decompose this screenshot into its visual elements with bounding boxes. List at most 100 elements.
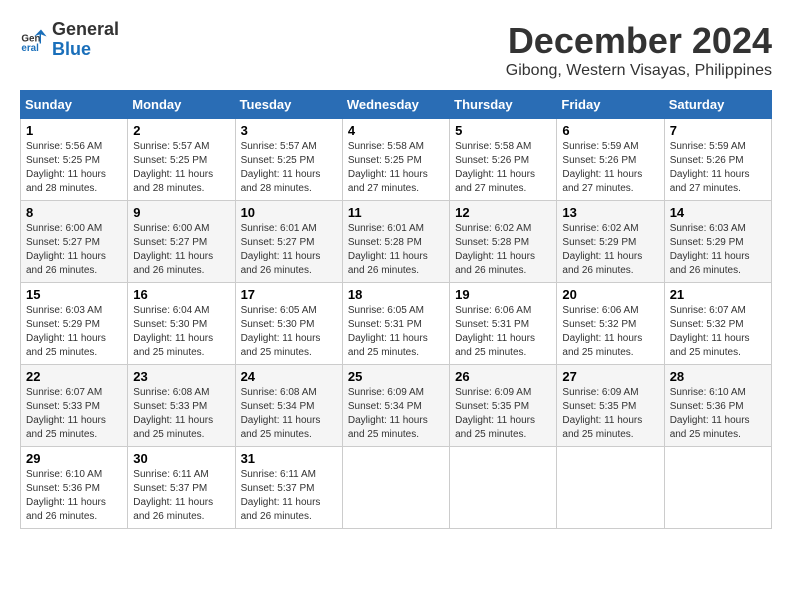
- weekday-header-friday: Friday: [557, 91, 664, 119]
- day-number: 10: [241, 205, 337, 220]
- day-info: Sunrise: 6:01 AM Sunset: 5:28 PM Dayligh…: [348, 222, 444, 278]
- day-info: Sunrise: 5:57 AM Sunset: 5:25 PM Dayligh…: [241, 140, 337, 196]
- day-info: Sunrise: 6:04 AM Sunset: 5:30 PM Dayligh…: [133, 304, 229, 360]
- calendar-cell: 8 Sunrise: 6:00 AM Sunset: 5:27 PM Dayli…: [21, 201, 128, 283]
- calendar-cell: [450, 447, 557, 529]
- day-info: Sunrise: 6:10 AM Sunset: 5:36 PM Dayligh…: [26, 468, 122, 524]
- day-info: Sunrise: 6:02 AM Sunset: 5:29 PM Dayligh…: [562, 222, 658, 278]
- calendar-cell: [557, 447, 664, 529]
- calendar-cell: 13 Sunrise: 6:02 AM Sunset: 5:29 PM Dayl…: [557, 201, 664, 283]
- month-title: December 2024: [506, 20, 772, 62]
- weekday-header-saturday: Saturday: [664, 91, 771, 119]
- day-info: Sunrise: 6:05 AM Sunset: 5:31 PM Dayligh…: [348, 304, 444, 360]
- calendar-table: SundayMondayTuesdayWednesdayThursdayFrid…: [20, 90, 772, 529]
- week-row-3: 15 Sunrise: 6:03 AM Sunset: 5:29 PM Dayl…: [21, 283, 772, 365]
- day-info: Sunrise: 6:02 AM Sunset: 5:28 PM Dayligh…: [455, 222, 551, 278]
- header: Gen eral General Blue December 2024 Gibo…: [20, 20, 772, 80]
- calendar-cell: 9 Sunrise: 6:00 AM Sunset: 5:27 PM Dayli…: [128, 201, 235, 283]
- calendar-cell: 24 Sunrise: 6:08 AM Sunset: 5:34 PM Dayl…: [235, 365, 342, 447]
- day-info: Sunrise: 6:08 AM Sunset: 5:33 PM Dayligh…: [133, 386, 229, 442]
- day-number: 13: [562, 205, 658, 220]
- calendar-cell: 15 Sunrise: 6:03 AM Sunset: 5:29 PM Dayl…: [21, 283, 128, 365]
- calendar-cell: 5 Sunrise: 5:58 AM Sunset: 5:26 PM Dayli…: [450, 119, 557, 201]
- location-title: Gibong, Western Visayas, Philippines: [506, 62, 772, 80]
- week-row-2: 8 Sunrise: 6:00 AM Sunset: 5:27 PM Dayli…: [21, 201, 772, 283]
- calendar-cell: [664, 447, 771, 529]
- day-number: 20: [562, 287, 658, 302]
- day-info: Sunrise: 5:57 AM Sunset: 5:25 PM Dayligh…: [133, 140, 229, 196]
- calendar-cell: 17 Sunrise: 6:05 AM Sunset: 5:30 PM Dayl…: [235, 283, 342, 365]
- calendar-cell: 6 Sunrise: 5:59 AM Sunset: 5:26 PM Dayli…: [557, 119, 664, 201]
- svg-text:eral: eral: [21, 43, 39, 54]
- title-area: December 2024 Gibong, Western Visayas, P…: [506, 20, 772, 80]
- calendar-cell: 29 Sunrise: 6:10 AM Sunset: 5:36 PM Dayl…: [21, 447, 128, 529]
- calendar-cell: 14 Sunrise: 6:03 AM Sunset: 5:29 PM Dayl…: [664, 201, 771, 283]
- day-number: 17: [241, 287, 337, 302]
- logo-icon: Gen eral: [20, 26, 48, 54]
- logo: Gen eral General Blue: [20, 20, 119, 60]
- calendar-cell: 10 Sunrise: 6:01 AM Sunset: 5:27 PM Dayl…: [235, 201, 342, 283]
- day-info: Sunrise: 6:09 AM Sunset: 5:35 PM Dayligh…: [562, 386, 658, 442]
- day-info: Sunrise: 5:56 AM Sunset: 5:25 PM Dayligh…: [26, 140, 122, 196]
- calendar-cell: 26 Sunrise: 6:09 AM Sunset: 5:35 PM Dayl…: [450, 365, 557, 447]
- day-info: Sunrise: 6:05 AM Sunset: 5:30 PM Dayligh…: [241, 304, 337, 360]
- calendar-cell: [342, 447, 449, 529]
- day-number: 22: [26, 369, 122, 384]
- calendar-cell: 23 Sunrise: 6:08 AM Sunset: 5:33 PM Dayl…: [128, 365, 235, 447]
- weekday-header-wednesday: Wednesday: [342, 91, 449, 119]
- weekday-header-sunday: Sunday: [21, 91, 128, 119]
- day-number: 14: [670, 205, 766, 220]
- day-number: 18: [348, 287, 444, 302]
- day-number: 23: [133, 369, 229, 384]
- day-number: 28: [670, 369, 766, 384]
- day-number: 3: [241, 123, 337, 138]
- day-number: 25: [348, 369, 444, 384]
- day-info: Sunrise: 6:09 AM Sunset: 5:34 PM Dayligh…: [348, 386, 444, 442]
- day-number: 26: [455, 369, 551, 384]
- day-info: Sunrise: 5:59 AM Sunset: 5:26 PM Dayligh…: [562, 140, 658, 196]
- calendar-cell: 2 Sunrise: 5:57 AM Sunset: 5:25 PM Dayli…: [128, 119, 235, 201]
- day-number: 6: [562, 123, 658, 138]
- weekday-header-tuesday: Tuesday: [235, 91, 342, 119]
- day-number: 30: [133, 451, 229, 466]
- day-info: Sunrise: 6:10 AM Sunset: 5:36 PM Dayligh…: [670, 386, 766, 442]
- weekday-header-thursday: Thursday: [450, 91, 557, 119]
- day-info: Sunrise: 6:07 AM Sunset: 5:33 PM Dayligh…: [26, 386, 122, 442]
- logo-general-text: General: [52, 19, 119, 39]
- calendar-cell: 18 Sunrise: 6:05 AM Sunset: 5:31 PM Dayl…: [342, 283, 449, 365]
- day-number: 15: [26, 287, 122, 302]
- calendar-cell: 22 Sunrise: 6:07 AM Sunset: 5:33 PM Dayl…: [21, 365, 128, 447]
- day-number: 12: [455, 205, 551, 220]
- day-number: 21: [670, 287, 766, 302]
- day-number: 31: [241, 451, 337, 466]
- calendar-cell: 25 Sunrise: 6:09 AM Sunset: 5:34 PM Dayl…: [342, 365, 449, 447]
- day-number: 29: [26, 451, 122, 466]
- day-info: Sunrise: 6:00 AM Sunset: 5:27 PM Dayligh…: [26, 222, 122, 278]
- day-number: 27: [562, 369, 658, 384]
- calendar-cell: 19 Sunrise: 6:06 AM Sunset: 5:31 PM Dayl…: [450, 283, 557, 365]
- calendar-cell: 31 Sunrise: 6:11 AM Sunset: 5:37 PM Dayl…: [235, 447, 342, 529]
- day-info: Sunrise: 6:03 AM Sunset: 5:29 PM Dayligh…: [26, 304, 122, 360]
- calendar-cell: 27 Sunrise: 6:09 AM Sunset: 5:35 PM Dayl…: [557, 365, 664, 447]
- weekday-header-row: SundayMondayTuesdayWednesdayThursdayFrid…: [21, 91, 772, 119]
- day-number: 1: [26, 123, 122, 138]
- day-info: Sunrise: 6:06 AM Sunset: 5:31 PM Dayligh…: [455, 304, 551, 360]
- day-info: Sunrise: 5:59 AM Sunset: 5:26 PM Dayligh…: [670, 140, 766, 196]
- day-info: Sunrise: 6:09 AM Sunset: 5:35 PM Dayligh…: [455, 386, 551, 442]
- day-number: 2: [133, 123, 229, 138]
- logo-blue-text: Blue: [52, 39, 91, 59]
- day-info: Sunrise: 5:58 AM Sunset: 5:26 PM Dayligh…: [455, 140, 551, 196]
- day-number: 4: [348, 123, 444, 138]
- day-info: Sunrise: 6:08 AM Sunset: 5:34 PM Dayligh…: [241, 386, 337, 442]
- calendar-cell: 11 Sunrise: 6:01 AM Sunset: 5:28 PM Dayl…: [342, 201, 449, 283]
- calendar-cell: 3 Sunrise: 5:57 AM Sunset: 5:25 PM Dayli…: [235, 119, 342, 201]
- week-row-1: 1 Sunrise: 5:56 AM Sunset: 5:25 PM Dayli…: [21, 119, 772, 201]
- day-number: 24: [241, 369, 337, 384]
- calendar-cell: 7 Sunrise: 5:59 AM Sunset: 5:26 PM Dayli…: [664, 119, 771, 201]
- calendar-cell: 16 Sunrise: 6:04 AM Sunset: 5:30 PM Dayl…: [128, 283, 235, 365]
- weekday-header-monday: Monday: [128, 91, 235, 119]
- day-info: Sunrise: 6:11 AM Sunset: 5:37 PM Dayligh…: [241, 468, 337, 524]
- day-info: Sunrise: 6:03 AM Sunset: 5:29 PM Dayligh…: [670, 222, 766, 278]
- day-number: 7: [670, 123, 766, 138]
- day-number: 8: [26, 205, 122, 220]
